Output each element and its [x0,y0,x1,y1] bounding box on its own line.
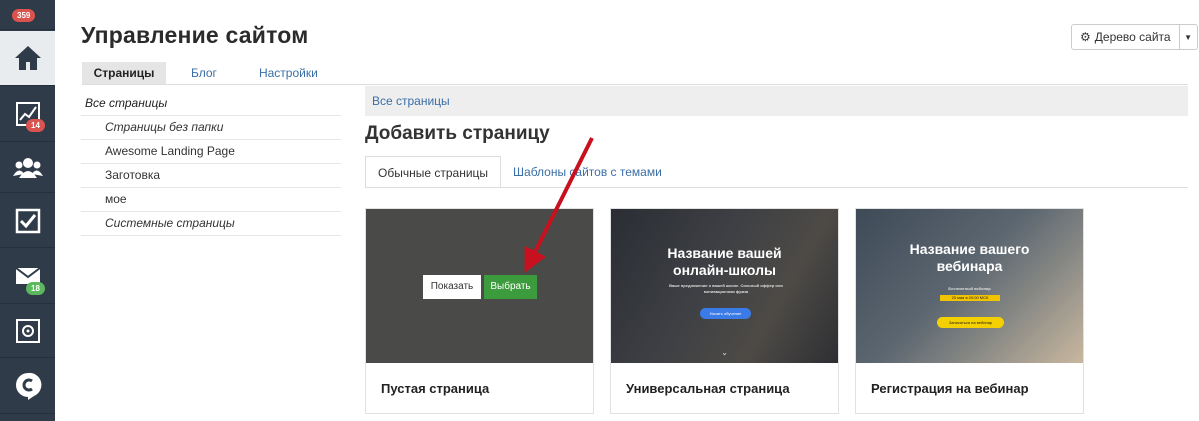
template-card-webinar[interactable]: Название вашего вебинара Бесплатный веби… [855,208,1084,414]
show-button[interactable]: Показать [423,275,481,299]
tabs-divider [82,84,1188,85]
left-rail: 359 14 18 [0,0,55,421]
rail-item-tasks[interactable] [0,194,55,248]
folder-system-pages[interactable]: Системные страницы [81,212,341,236]
home-icon [14,46,41,70]
rail-item-home[interactable] [0,31,55,86]
rail-item-safe[interactable] [0,305,55,358]
rail-item-users[interactable] [0,143,55,193]
thumb-title-line2: онлайн-школы [673,262,776,278]
template-label: Регистрация на вебинар [871,381,1029,396]
template-card-universal[interactable]: Название вашей онлайн-школы Ваше предлож… [610,208,839,414]
tab-blog[interactable]: Блог [166,62,231,84]
site-tree-main[interactable]: ⚙ Дерево сайта [1072,25,1179,49]
thumb-title-line1: Название вашего [909,241,1030,257]
folder-mine[interactable]: мое [81,188,341,212]
folder-all-pages[interactable]: Все страницы [81,92,341,116]
breadcrumb-all-pages[interactable]: Все страницы [372,94,450,108]
rail-item-logo[interactable] [0,359,55,414]
caret-down-icon: ▼ [1184,32,1193,42]
folder-awesome-landing[interactable]: Awesome Landing Page [81,140,341,164]
logo-c-icon [15,372,41,400]
thumb-subtitle: Ваше предложение о вашей школе. Сильный … [669,283,783,294]
site-tree-dropdown[interactable]: ▼ [1178,25,1197,49]
rail-item-stats[interactable]: 14 [0,87,55,142]
tab-settings[interactable]: Настройки [231,62,332,84]
thumb-date: 20 мая в 20:00 МСК [940,295,1000,301]
template-thumbnail: Название вашего вебинара Бесплатный веби… [856,209,1083,363]
folder-draft[interactable]: Заготовка [81,164,341,188]
stats-badge: 14 [26,119,45,132]
thumb-title-line2: вебинара [936,258,1003,274]
choose-button[interactable]: Выбрать [484,275,537,299]
chevron-down-icon: ⌄ [721,350,728,357]
thumb-title-line1: Название вашей [667,245,782,261]
page-type-tabs: Обычные страницы Шаблоны сайтов с темами [365,156,674,188]
folder-no-folder[interactable]: Страницы без папки [81,116,341,140]
thumb-subtitle: Бесплатный вебинар [948,286,991,291]
users-icon [12,157,43,178]
thumb-cta: Записаться на вебинар [937,317,1004,328]
folder-list: Все страницы Страницы без папки Awesome … [81,92,341,236]
notifications-badge: 359 [12,9,36,22]
tab-pages[interactable]: Страницы [82,62,166,84]
add-page-title: Добавить страницу [365,123,550,144]
thumb-cta: Начать обучение [700,308,751,319]
gear-icon: ⚙ [1080,30,1091,44]
template-card-blank[interactable]: Показать Выбрать Пустая страница [365,208,594,414]
template-label: Универсальная страница [626,381,790,396]
site-tree-button[interactable]: ⚙ Дерево сайта ▼ [1071,24,1198,50]
checkbox-icon [15,208,40,233]
tab-site-templates[interactable]: Шаблоны сайтов с темами [501,156,674,188]
tab-regular-pages[interactable]: Обычные страницы [365,156,502,188]
site-tree-label: Дерево сайта [1094,30,1171,44]
template-label: Пустая страница [381,381,490,396]
rail-notifications[interactable]: 359 [0,0,55,30]
template-thumbnail: Показать Выбрать [366,209,593,363]
safe-icon [15,319,40,343]
page-title: Управление сайтом [81,22,309,48]
sub-tabs-divider [365,187,1188,188]
mail-badge: 18 [26,282,45,295]
top-tabs: Страницы Блог Настройки [82,62,332,84]
breadcrumb: Все страницы [365,86,1188,116]
template-thumbnail: Название вашей онлайн-школы Ваше предлож… [611,209,838,363]
rail-item-mail[interactable]: 18 [0,249,55,304]
